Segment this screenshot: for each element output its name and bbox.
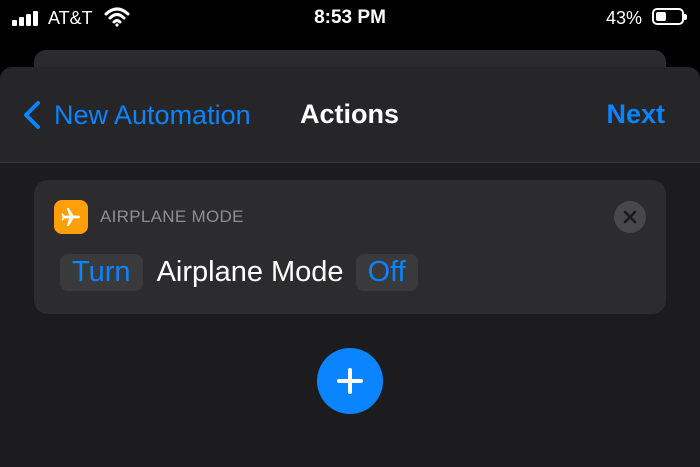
action-name: Airplane Mode [156,255,344,288]
page-title: Actions [300,99,400,129]
add-action-button[interactable] [317,348,383,414]
airplane-icon [54,200,88,234]
battery-icon [652,8,687,25]
battery-percent: 43% [605,8,642,28]
state-parameter[interactable]: Off [355,253,418,291]
status-bar: AT&T 8:53 PM 43% [0,0,700,36]
action-card: AIRPLANE MODE Turn Airplane Mode Off [34,180,666,314]
chevron-left-icon [24,101,40,129]
close-icon [623,210,637,224]
verb-parameter[interactable]: Turn [60,253,143,291]
action-header-label: AIRPLANE MODE [100,207,244,226]
battery-level-fill [656,12,666,21]
action-parameters: Turn Airplane Mode Off [60,252,418,292]
remove-action-button[interactable] [614,201,646,233]
back-button-label: New Automation [54,99,251,130]
status-time: 8:53 PM [314,7,386,28]
next-button[interactable]: Next [606,99,665,130]
back-button[interactable]: New Automation [20,97,251,133]
plus-icon [337,368,363,394]
